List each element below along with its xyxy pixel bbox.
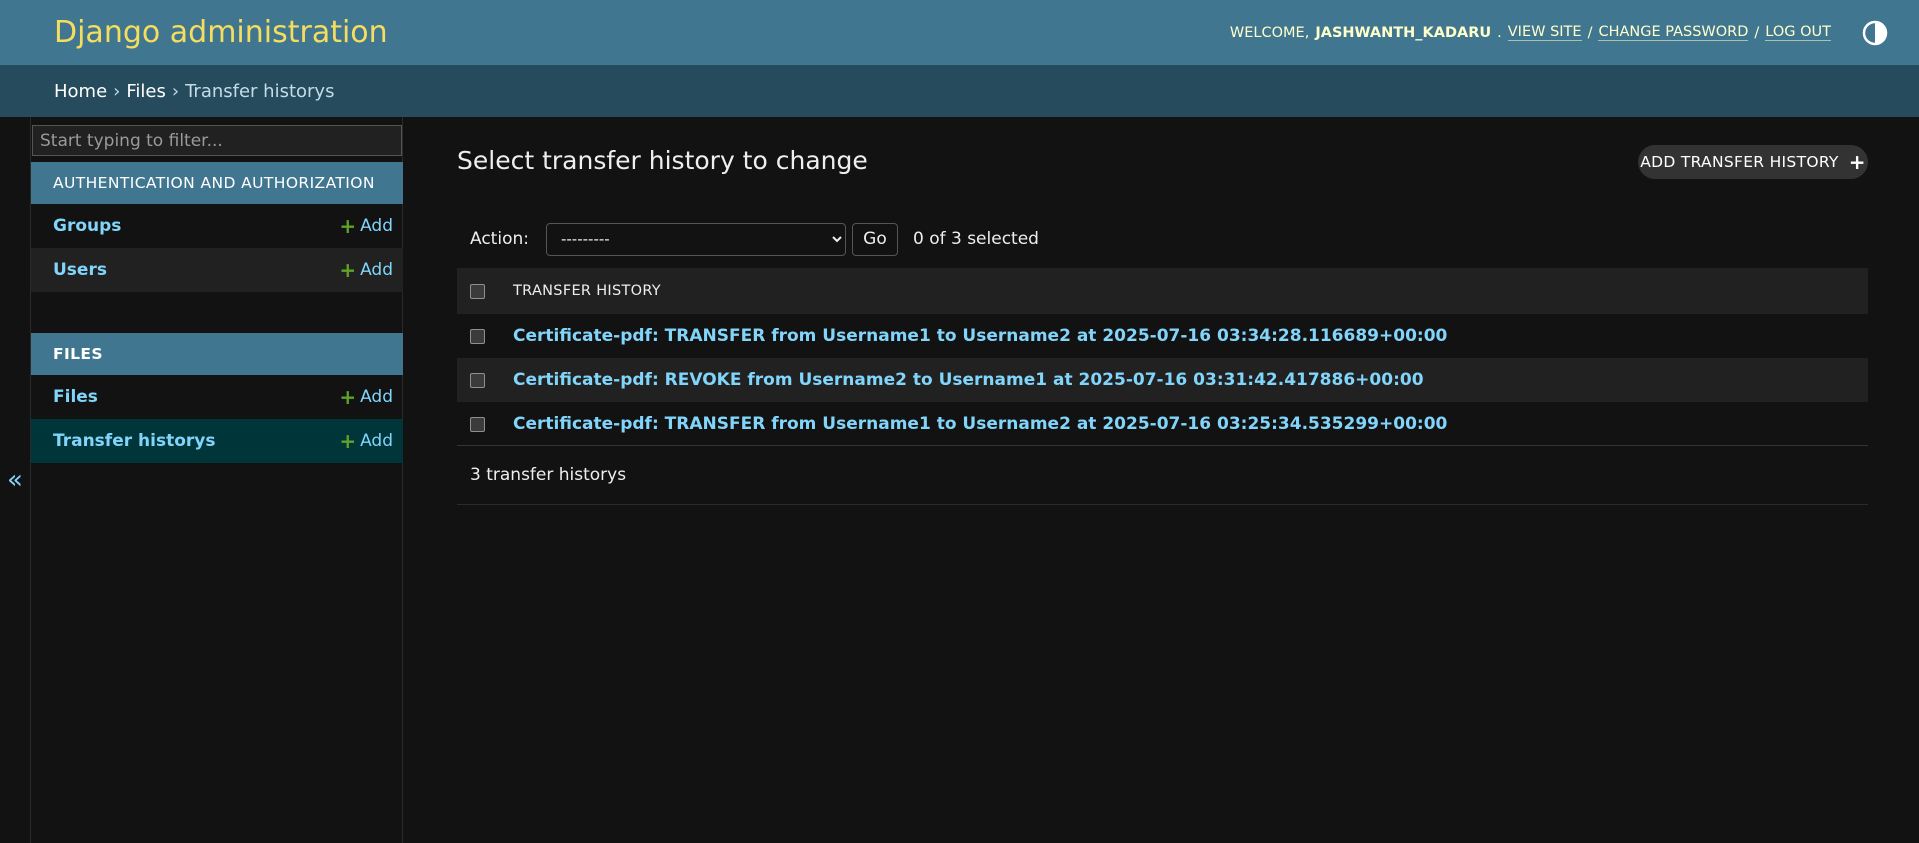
sidebar-item-groups: Groups + Add <box>31 204 403 248</box>
row-link[interactable]: Certificate-pdf: TRANSFER from Username1… <box>513 414 1447 434</box>
site-header: Django administration Welcome, JASHWANTH… <box>0 0 1919 65</box>
transfer-historys-link[interactable]: Transfer historys <box>53 431 215 451</box>
action-counter: 0 of 3 selected <box>912 229 1039 249</box>
breadcrumb-home[interactable]: Home <box>54 81 107 102</box>
breadcrumb-current: Transfer historys <box>185 80 335 102</box>
log-out-link[interactable]: Log out <box>1765 24 1831 41</box>
user-tools: Welcome, JASHWANTH_KADARU. View site / C… <box>1230 19 1889 47</box>
table-header-row: Transfer history <box>457 268 1868 314</box>
files-link[interactable]: Files <box>53 387 98 407</box>
row-link[interactable]: Certificate-pdf: REVOKE from Username2 t… <box>513 370 1424 390</box>
nav-filter-input[interactable] <box>32 125 402 156</box>
table-row: Certificate-pdf: TRANSFER from Username1… <box>457 314 1868 358</box>
app-caption-label: Files <box>53 345 103 363</box>
add-label: Add <box>360 260 393 280</box>
app-caption-label: Authentication and Authorization <box>53 174 375 192</box>
result-list-table: Transfer history Certificate-pdf: TRANSF… <box>457 268 1868 446</box>
half-circle-icon <box>1862 20 1888 45</box>
row-checkbox[interactable] <box>470 328 485 344</box>
breadcrumb-separator: › <box>171 80 180 102</box>
row-checkbox[interactable] <box>470 416 485 432</box>
collapse-sidebar-button[interactable]: « <box>0 117 30 843</box>
row-select-cell <box>457 416 513 432</box>
select-all-checkbox[interactable] <box>470 283 485 299</box>
theme-toggle-button[interactable] <box>1861 19 1889 47</box>
action-select[interactable]: --------- <box>545 222 846 256</box>
divider <box>457 504 1868 505</box>
add-button-label: Add transfer history <box>1640 153 1839 171</box>
row-select-cell <box>457 328 513 344</box>
period: . <box>1497 24 1502 41</box>
add-transfer-historys-link[interactable]: + Add <box>339 431 393 451</box>
add-transfer-history-button[interactable]: Add transfer history + <box>1638 145 1868 179</box>
username: JASHWANTH_KADARU <box>1315 24 1492 41</box>
divider <box>457 445 1868 446</box>
add-label: Add <box>360 216 393 236</box>
table-row: Certificate-pdf: REVOKE from Username2 t… <box>457 358 1868 402</box>
select-all-cell <box>457 283 513 299</box>
plus-icon: + <box>339 429 357 453</box>
welcome-text: Welcome, <box>1229 24 1310 41</box>
plus-icon: + <box>339 258 357 282</box>
plus-icon: + <box>339 214 357 238</box>
app-caption-files[interactable]: Files <box>31 333 403 375</box>
sidebar-item-transfer-historys: Transfer historys + Add <box>31 419 403 463</box>
go-button[interactable]: Go <box>851 222 898 256</box>
page-title: Select transfer history to change <box>457 146 868 175</box>
row-checkbox[interactable] <box>470 372 485 388</box>
sidebar-item-users: Users + Add <box>31 248 403 292</box>
add-groups-link[interactable]: + Add <box>339 216 393 236</box>
nav-sidebar: Authentication and Authorization Groups … <box>30 117 403 843</box>
users-link[interactable]: Users <box>53 260 107 280</box>
separator: / <box>1754 24 1760 41</box>
paginator: 3 transfer historys <box>470 465 627 485</box>
add-users-link[interactable]: + Add <box>339 260 393 280</box>
column-header-transfer-history[interactable]: Transfer history <box>513 283 661 299</box>
groups-link[interactable]: Groups <box>53 216 121 236</box>
row-select-cell <box>457 372 513 388</box>
app-caption-auth[interactable]: Authentication and Authorization <box>31 162 403 204</box>
breadcrumb: Home › Files › Transfer historys <box>0 65 1919 117</box>
plus-icon: + <box>339 385 357 409</box>
breadcrumb-files[interactable]: Files <box>126 81 166 102</box>
breadcrumb-separator: › <box>113 80 121 102</box>
change-password-link[interactable]: Change password <box>1598 24 1749 41</box>
site-branding-link[interactable]: Django administration <box>54 15 388 50</box>
plus-icon: + <box>1848 150 1866 174</box>
add-files-link[interactable]: + Add <box>339 387 393 407</box>
add-label: Add <box>360 387 393 407</box>
table-row: Certificate-pdf: TRANSFER from Username1… <box>457 402 1868 446</box>
action-label: Action: <box>470 229 529 249</box>
sidebar-item-files: Files + Add <box>31 375 403 419</box>
separator: / <box>1587 24 1593 41</box>
add-label: Add <box>360 431 393 451</box>
double-chevron-left-icon: « <box>7 465 23 495</box>
row-link[interactable]: Certificate-pdf: TRANSFER from Username1… <box>513 326 1447 346</box>
actions-bar: Action: --------- Go 0 of 3 selected <box>457 222 1039 256</box>
view-site-link[interactable]: View site <box>1507 24 1582 41</box>
